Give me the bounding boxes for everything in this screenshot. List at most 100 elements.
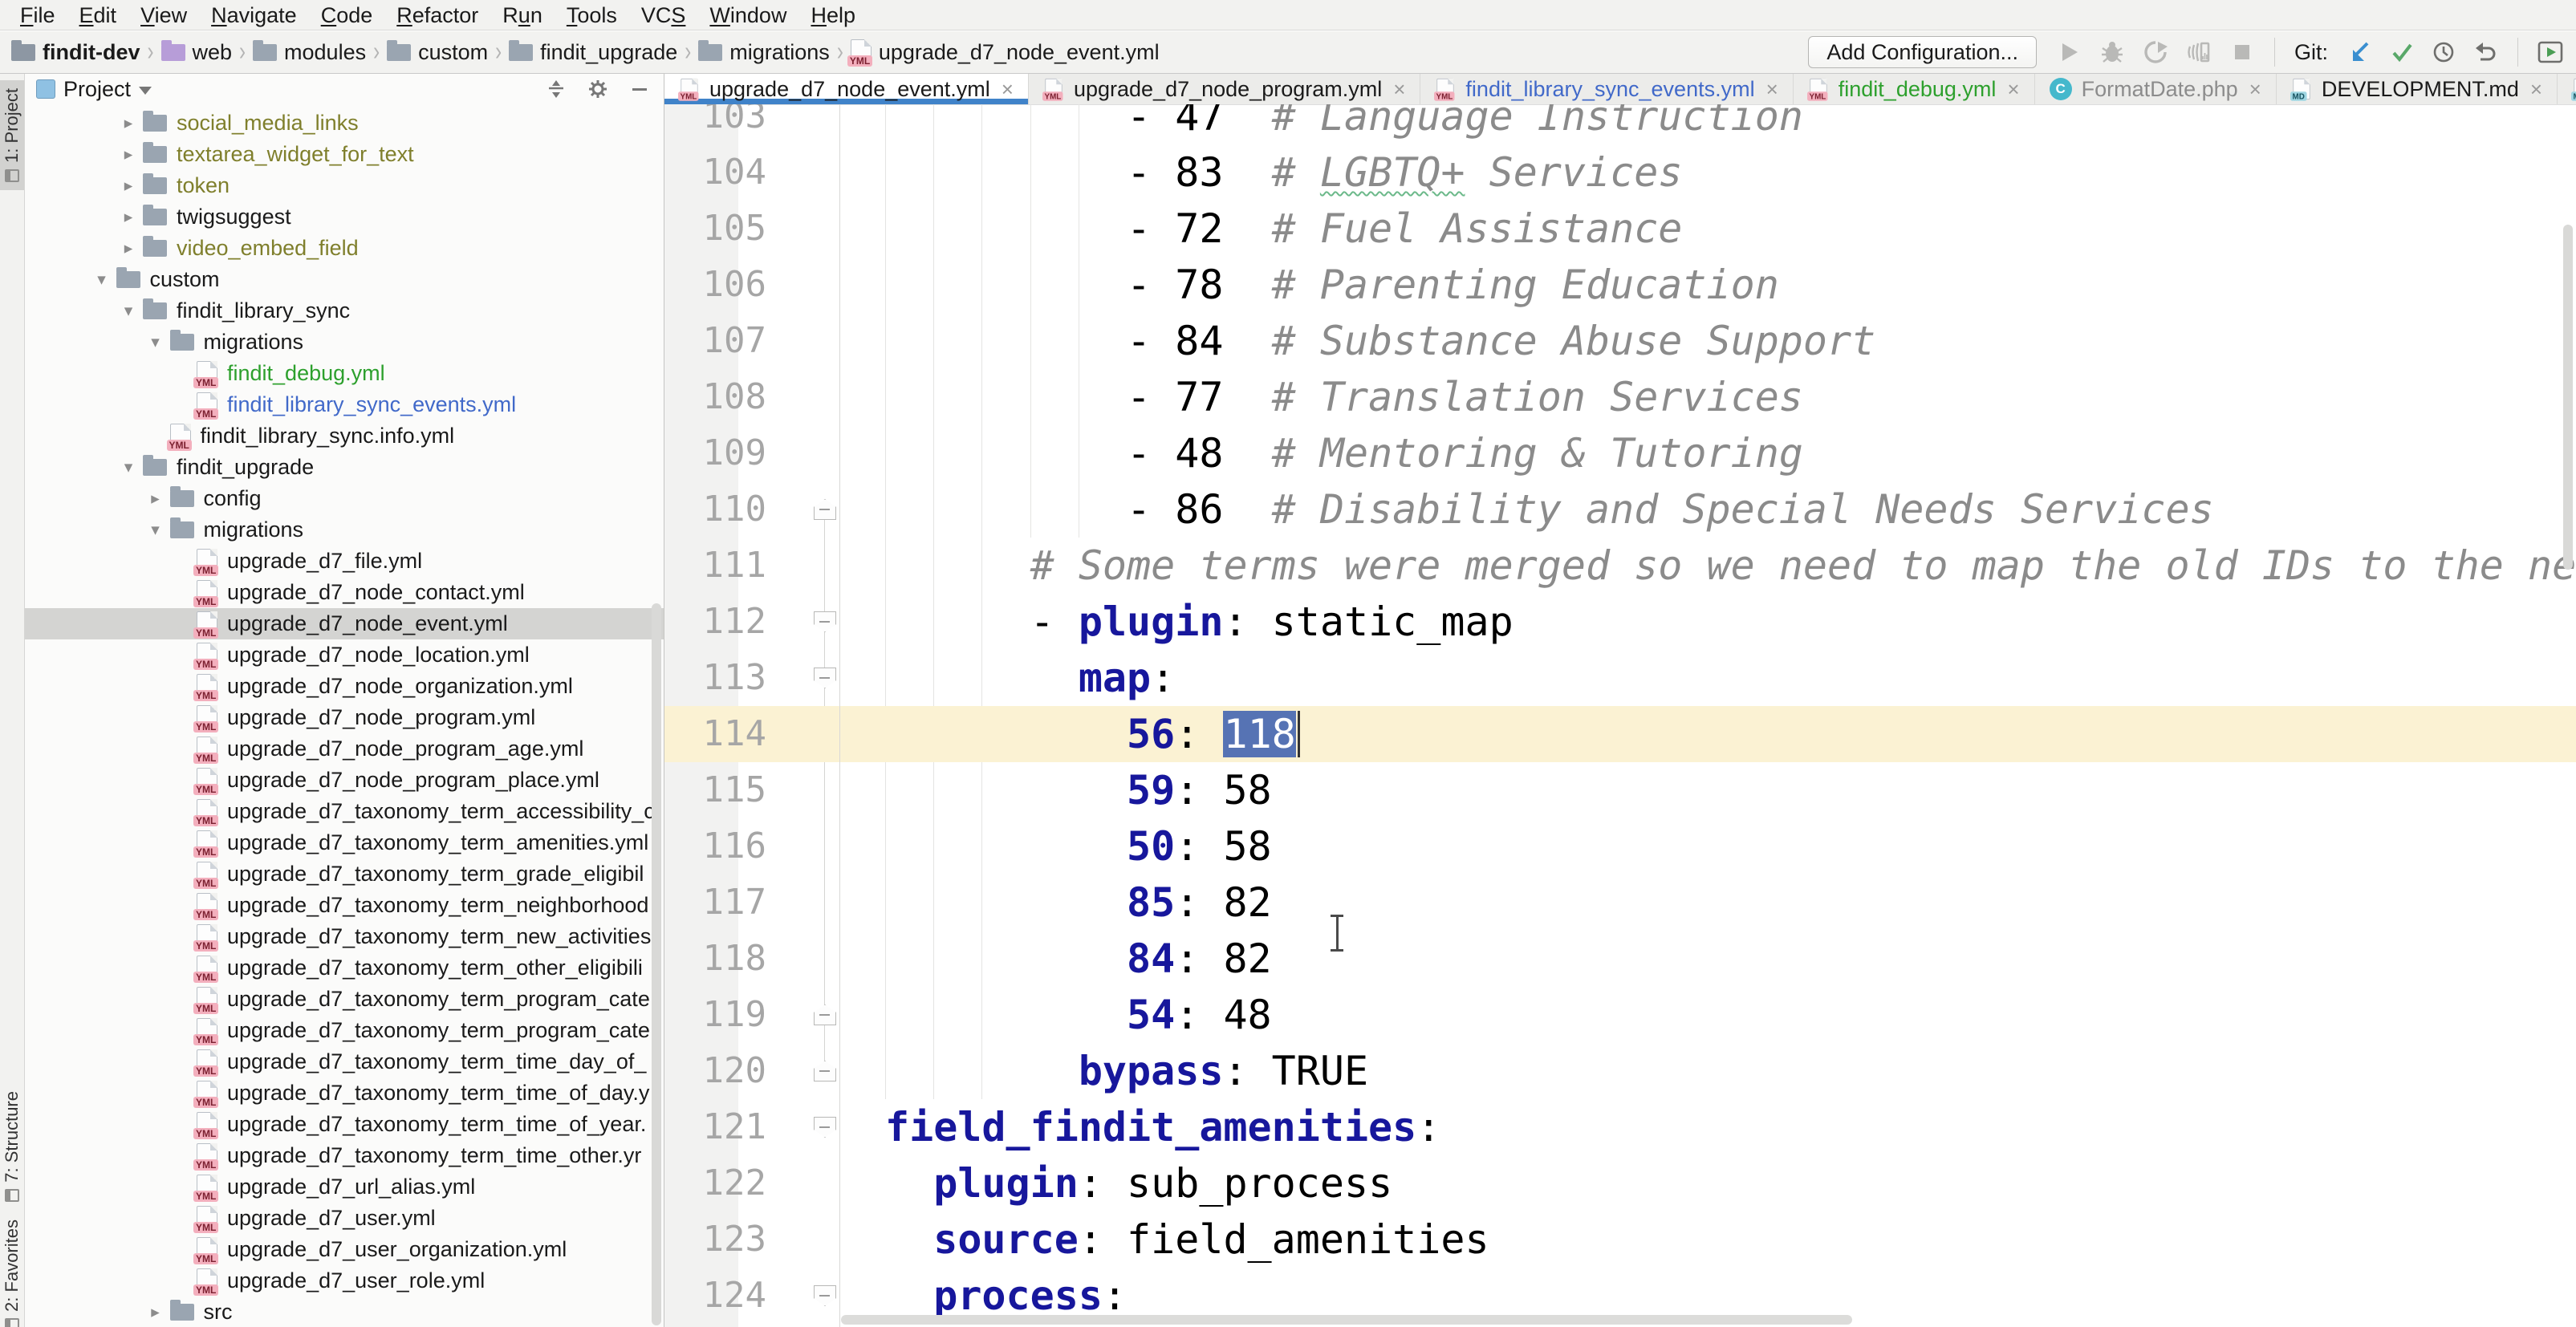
tree-row[interactable]: ▾findit_upgrade: [25, 452, 664, 483]
code-editor[interactable]: 103 - 47 # Language Instruction104 - 83 …: [664, 104, 2576, 1327]
tree-row[interactable]: YMLupgrade_d7_file.yml: [25, 546, 664, 577]
fold-collapse-icon[interactable]: [814, 1117, 836, 1138]
tree-row[interactable]: ▸config: [25, 483, 664, 514]
menu-vcs[interactable]: VCS: [629, 0, 698, 30]
tree-row[interactable]: ▾findit_library_sync: [25, 295, 664, 327]
tab-close-icon[interactable]: ×: [1766, 77, 1778, 102]
tree-row[interactable]: YMLupgrade_d7_node_program.yml: [25, 702, 664, 733]
run-play-icon[interactable]: [2056, 39, 2082, 65]
tree-toggle-icon[interactable]: ▸: [120, 108, 136, 139]
tab-close-icon[interactable]: ×: [2249, 77, 2261, 102]
tree-row[interactable]: YMLupgrade_d7_node_program_age.yml: [25, 733, 664, 765]
editor-tab[interactable]: MDDEVELOPMENT.md×: [2277, 74, 2558, 104]
tree-toggle-icon[interactable]: ▸: [120, 201, 136, 233]
editor-tab[interactable]: MD: [2558, 74, 2576, 104]
tree-row[interactable]: YMLupgrade_d7_taxonomy_term_grade_eligib…: [25, 858, 664, 890]
tree-toggle-icon[interactable]: ▾: [120, 295, 136, 327]
tree-row[interactable]: YMLupgrade_d7_taxonomy_term_neighborhood: [25, 890, 664, 921]
tree-toggle-icon[interactable]: ▾: [94, 264, 110, 295]
editor-tab[interactable]: YMLfindit_debug.yml×: [1794, 74, 2035, 104]
settings-gear-icon[interactable]: [585, 76, 611, 102]
menu-help[interactable]: Help: [798, 0, 867, 30]
tree-row[interactable]: YMLupgrade_d7_node_contact.yml: [25, 577, 664, 608]
fold-collapse-icon[interactable]: [814, 1285, 836, 1306]
tree-row[interactable]: YMLupgrade_d7_taxonomy_term_time_other.y…: [25, 1140, 664, 1171]
rollback-icon[interactable]: [2472, 39, 2498, 65]
menu-code[interactable]: Code: [309, 0, 385, 30]
commit-check-icon[interactable]: [2389, 39, 2415, 65]
tree-row[interactable]: YMLupgrade_d7_taxonomy_term_accessibilit…: [25, 796, 664, 827]
menu-window[interactable]: Window: [697, 0, 798, 30]
tool-window-button-structure[interactable]: 7: Structure: [0, 1083, 24, 1210]
tree-row[interactable]: YMLupgrade_d7_node_organization.yml: [25, 671, 664, 702]
tab-close-icon[interactable]: ×: [1393, 77, 1405, 102]
tree-row[interactable]: YMLupgrade_d7_node_program_place.yml: [25, 765, 664, 796]
tree-toggle-icon[interactable]: ▾: [148, 327, 164, 358]
tree-row[interactable]: ▾migrations: [25, 514, 664, 546]
tree-row[interactable]: YMLupgrade_d7_taxonomy_term_amenities.ym…: [25, 827, 664, 858]
history-clock-icon[interactable]: [2431, 39, 2456, 65]
tree-row[interactable]: ▸twigsuggest: [25, 201, 664, 233]
tree-row[interactable]: YMLupgrade_d7_node_event.yml: [25, 608, 664, 639]
profiler-icon[interactable]: [2186, 39, 2212, 65]
tree-row[interactable]: YMLfindit_debug.yml: [25, 358, 664, 389]
tree-row[interactable]: YMLupgrade_d7_taxonomy_term_new_activiti…: [25, 921, 664, 952]
breadcrumb-item[interactable]: findit-dev: [11, 40, 140, 65]
tool-window-button-favorites[interactable]: 2: Favorites: [0, 1211, 24, 1327]
tree-toggle-icon[interactable]: ▸: [120, 170, 136, 201]
menu-refactor[interactable]: Refactor: [384, 0, 490, 30]
hide-panel-icon[interactable]: [627, 76, 652, 102]
coverage-icon[interactable]: [2143, 39, 2168, 65]
tree-row[interactable]: ▾custom: [25, 264, 664, 295]
tree-row[interactable]: ▸video_embed_field: [25, 233, 664, 264]
menu-navigate[interactable]: Navigate: [199, 0, 309, 30]
tree-row[interactable]: ▾migrations: [25, 327, 664, 358]
menu-tools[interactable]: Tools: [555, 0, 629, 30]
tree-toggle-icon[interactable]: ▾: [148, 514, 164, 546]
tab-close-icon[interactable]: ×: [1002, 77, 1014, 102]
tab-close-icon[interactable]: ×: [2530, 77, 2542, 102]
tree-toggle-icon[interactable]: ▾: [120, 452, 136, 483]
tree-row[interactable]: YMLfindit_library_sync.info.yml: [25, 420, 664, 452]
breadcrumb-item[interactable]: modules: [253, 40, 366, 65]
fold-collapse-icon[interactable]: [814, 611, 836, 632]
breadcrumb-item[interactable]: web: [161, 40, 233, 65]
editor-tab[interactable]: CFormatDate.php×: [2035, 74, 2277, 104]
fold-end-icon[interactable]: [814, 499, 836, 520]
fold-end-icon[interactable]: [814, 1004, 836, 1025]
tree-row[interactable]: YMLupgrade_d7_taxonomy_term_program_cate: [25, 984, 664, 1015]
collapse-all-icon[interactable]: [543, 76, 569, 102]
tree-row[interactable]: YMLupgrade_d7_taxonomy_term_time_of_year…: [25, 1109, 664, 1140]
tree-toggle-icon[interactable]: ▸: [120, 139, 136, 170]
fold-end-icon[interactable]: [814, 1061, 836, 1081]
breadcrumb-item[interactable]: migrations: [698, 40, 830, 65]
tree-toggle-icon[interactable]: ▸: [120, 233, 136, 264]
breadcrumb-item[interactable]: findit_upgrade: [509, 40, 677, 65]
project-panel-title[interactable]: Project: [63, 77, 131, 102]
add-configuration-button[interactable]: Add Configuration...: [1808, 36, 2037, 68]
menu-view[interactable]: View: [128, 0, 199, 30]
tree-row[interactable]: ▸token: [25, 170, 664, 201]
tree-row[interactable]: YMLupgrade_d7_user_organization.yml: [25, 1234, 664, 1265]
editor-vertical-scrollbar[interactable]: [2563, 225, 2573, 570]
tree-row[interactable]: YMLupgrade_d7_taxonomy_term_time_day_of_: [25, 1046, 664, 1077]
chevron-down-icon[interactable]: [139, 87, 152, 95]
fold-collapse-icon[interactable]: [814, 668, 836, 688]
tree-row[interactable]: YMLfindit_library_sync_events.yml: [25, 389, 664, 420]
tree-row[interactable]: YMLupgrade_d7_taxonomy_term_time_of_day.…: [25, 1077, 664, 1109]
tree-row[interactable]: YMLupgrade_d7_user.yml: [25, 1203, 664, 1234]
debug-bug-icon[interactable]: [2099, 39, 2125, 65]
editor-tab[interactable]: YMLupgrade_d7_node_event.yml×: [664, 74, 1029, 104]
update-project-icon[interactable]: [2347, 39, 2373, 65]
menu-file[interactable]: File: [8, 0, 67, 30]
tree-row[interactable]: YMLupgrade_d7_taxonomy_term_program_cate: [25, 1015, 664, 1046]
breadcrumb-item[interactable]: custom: [387, 40, 488, 65]
tree-row[interactable]: YMLupgrade_d7_url_alias.yml: [25, 1171, 664, 1203]
tree-row[interactable]: YMLupgrade_d7_node_location.yml: [25, 639, 664, 671]
editor-tab[interactable]: YMLfindit_library_sync_events.yml×: [1420, 74, 1793, 104]
tab-close-icon[interactable]: ×: [2007, 77, 2019, 102]
project-tree-scrollbar[interactable]: [652, 603, 661, 1325]
tool-window-button-project[interactable]: 1: Project: [0, 80, 24, 190]
tree-toggle-icon[interactable]: ▸: [148, 1297, 164, 1327]
breadcrumb-item[interactable]: YMLupgrade_d7_node_event.yml: [851, 39, 1160, 65]
